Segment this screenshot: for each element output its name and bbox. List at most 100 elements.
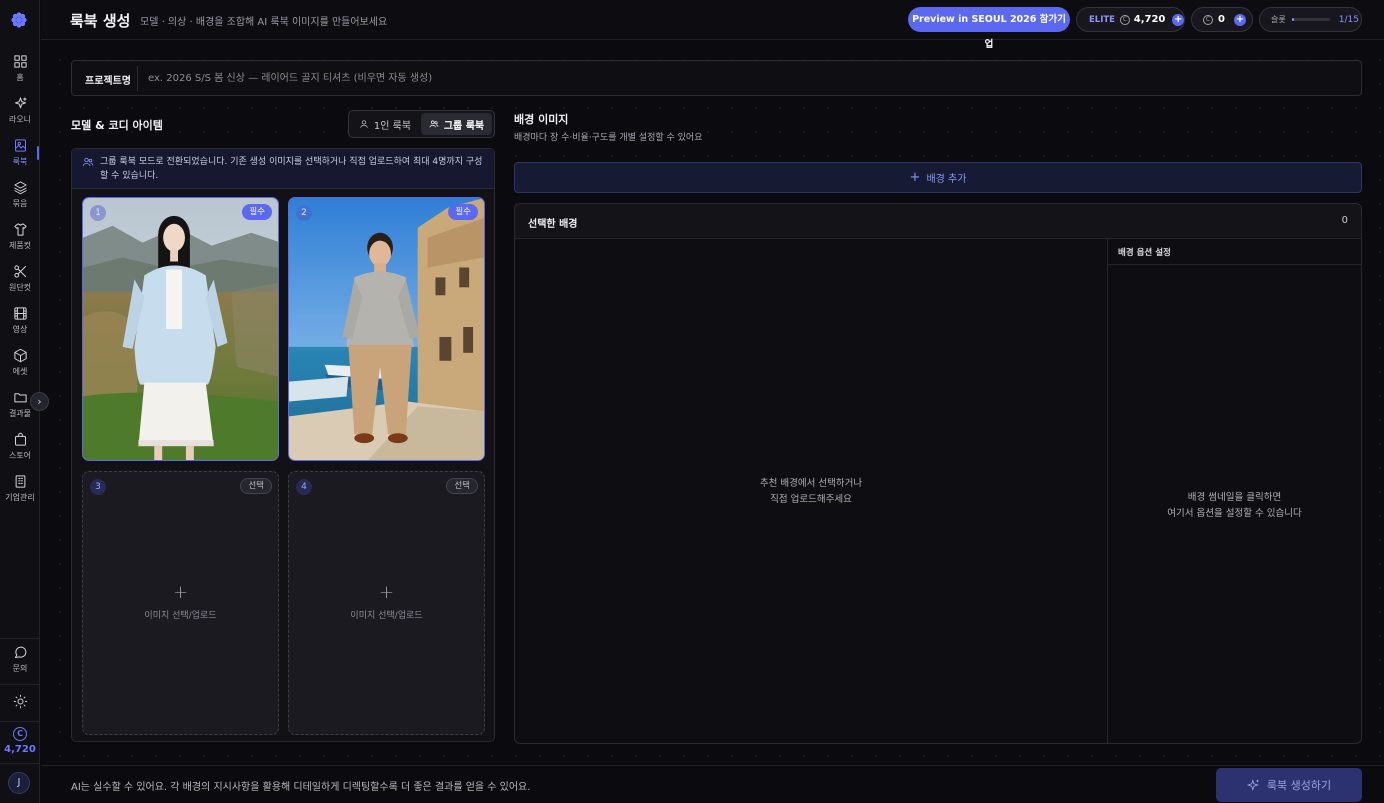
model-slot-4[interactable]: 4 선택 + 이미지 선택/업로드 — [288, 471, 485, 735]
sidebar-item-label: 제품컷 — [8, 241, 32, 250]
upload-label: 이미지 선택/업로드 — [144, 611, 217, 621]
building-icon — [15, 475, 25, 488]
required-badge: 필수 — [448, 204, 478, 220]
sidebar-item-label: 에셋 — [12, 367, 28, 376]
users-icon — [429, 120, 439, 128]
sidebar-item-asset[interactable]: 에셋 — [0, 348, 40, 377]
sidebar-item-label: 라오니 — [8, 115, 32, 124]
sidebar-item-video[interactable]: 영상 — [0, 306, 40, 335]
plus-icon: + — [172, 582, 189, 603]
sidebar-item-label: 영상 — [12, 325, 28, 334]
project-name-input[interactable] — [137, 66, 1347, 91]
divider — [0, 638, 40, 639]
credit-value: 4,720 — [1133, 14, 1166, 25]
sidebar-expand-button[interactable]: › — [30, 392, 49, 411]
sidebar-credit-value: 4,720 — [4, 744, 36, 755]
model-photo-woman — [83, 198, 278, 460]
page-subtitle: 모델 · 의상 · 배경을 조합해 AI 룩북 이미지를 만들어보세요 — [140, 17, 388, 28]
sidebar-item-label: 룩북 — [12, 157, 28, 166]
required-badge: 필수 — [242, 204, 272, 220]
sidebar-item-store[interactable]: 스토어 — [0, 432, 40, 461]
page-title: 룩북 생성 — [70, 12, 131, 30]
sidebar-item-label: 문의 — [12, 664, 28, 673]
sidebar-item-label: 묶음 — [12, 199, 28, 208]
user-icon — [360, 120, 368, 128]
models-panel: 그룹 룩북 모드로 전환되었습니다. 기존 생성 이미지를 선택하거나 직접 업… — [71, 148, 495, 742]
empty-message-line: 직접 업로드해주세요 — [770, 494, 852, 505]
sidebar-item-label: 스토어 — [8, 451, 32, 460]
single-lookbook-tab[interactable]: 1인 룩북 — [351, 113, 419, 135]
point-coin-icon: C — [1203, 14, 1213, 25]
project-name-bar: 프로젝트명 — [71, 60, 1362, 96]
sidebar-item-product[interactable]: 제품컷 — [0, 222, 40, 251]
divider — [0, 721, 40, 722]
credit-coin-icon: C — [13, 727, 27, 741]
sidebar-item-home[interactable]: 홈 — [0, 54, 40, 83]
add-points-icon[interactable]: + — [1233, 13, 1246, 26]
slot-number: 2 — [296, 205, 312, 221]
project-name-label: 프로젝트명 — [85, 76, 131, 87]
sidebar-item-lookbook[interactable]: 룩북 — [0, 138, 40, 167]
credit-coin-icon: C — [1120, 14, 1130, 25]
theme-toggle[interactable] — [0, 694, 40, 709]
add-background-label: 배경 추가 — [926, 174, 967, 185]
sidebar-item-inquiry[interactable]: 문의 — [0, 645, 40, 674]
grid-icon — [13, 55, 27, 68]
scissors-icon — [13, 265, 26, 278]
selected-background-count: 0 — [1341, 215, 1348, 226]
preview-button[interactable]: Preview in SEOUL 2026 참가기업 — [908, 7, 1070, 50]
lookbook-mode-toggle: 1인 룩북 그룹 룩북 — [348, 110, 495, 138]
film-icon — [13, 307, 27, 320]
slot-label: 슬롯 — [1271, 15, 1286, 24]
background-section-title: 배경 이미지 — [514, 113, 569, 126]
sidebar-item-fabric[interactable]: 원단컷 — [0, 264, 40, 293]
image-book-icon — [14, 139, 26, 152]
sidebar-credits[interactable]: C 4,720 — [0, 727, 40, 755]
model-photo-man — [289, 198, 484, 460]
slot-pill[interactable]: 슬롯 1/15 — [1259, 7, 1362, 32]
sidebar-item-label: 결과물 — [8, 409, 32, 418]
selected-background-list[interactable]: 추천 배경에서 선택하거나 직접 업로드해주세요 — [515, 239, 1107, 743]
add-credit-icon[interactable]: + — [1172, 13, 1184, 26]
group-lookbook-tab[interactable]: 그룹 룩북 — [421, 113, 492, 135]
upload-label: 이미지 선택/업로드 — [350, 611, 423, 621]
chevron-right-icon: › — [37, 395, 42, 408]
options-message-line: 배경 썸네일을 클릭하면 — [1187, 492, 1282, 503]
selected-background-title: 선택한 배경 — [528, 219, 578, 230]
shirt-icon — [13, 223, 27, 236]
generate-lookbook-button[interactable]: 룩북 생성하기 — [1216, 768, 1362, 802]
background-options-message: 배경 썸네일을 클릭하면 여기서 옵션을 설정할 수 있습니다 — [1108, 490, 1361, 522]
add-background-button[interactable]: + 배경 추가 — [514, 162, 1362, 193]
background-section-subtitle: 배경마다 장 수·비율·구도를 개별 설정할 수 있어요 — [514, 133, 703, 143]
notice-text: 그룹 룩북 모드로 전환되었습니다. 기존 생성 이미지를 선택하거나 직접 업… — [100, 157, 483, 181]
selected-background-panel: 선택한 배경 0 추천 배경에서 선택하거나 직접 업로드해주세요 배경 옵션 … — [514, 203, 1362, 744]
empty-message-line: 추천 배경에서 선택하거나 — [759, 478, 863, 489]
sparkle-icon — [1246, 778, 1259, 792]
selected-background-header: 선택한 배경 0 — [515, 204, 1361, 239]
model-slot-1[interactable]: 1 필수 — [82, 197, 279, 461]
model-slot-2[interactable]: 2 필수 — [288, 197, 485, 461]
plus-icon: + — [909, 170, 921, 185]
generate-lookbook-label: 룩북 생성하기 — [1266, 779, 1332, 792]
footer-note: AI는 실수할 수 있어요. 각 배경의 지시사항을 활용해 디테일하게 디렉팅… — [71, 782, 531, 793]
sidebar-item-bundle[interactable]: 묶음 — [0, 180, 40, 209]
model-slot-3[interactable]: 3 선택 + 이미지 선택/업로드 — [82, 471, 279, 735]
group-mode-notice: 그룹 룩북 모드로 전환되었습니다. 기존 생성 이미지를 선택하거나 직접 업… — [72, 149, 494, 189]
logo-icon[interactable] — [8, 9, 30, 31]
slot-number: 1 — [90, 205, 106, 221]
top-bar: 룩북 생성 모델 · 의상 · 배경을 조합해 AI 룩북 이미지를 만들어보세… — [41, 0, 1384, 50]
box-icon — [13, 348, 27, 363]
slot-count: 1/15 — [1338, 14, 1359, 25]
background-options-title: 배경 옵션 설정 — [1118, 248, 1171, 258]
sidebar-item-label: 원단컷 — [8, 283, 32, 292]
folder-icon — [13, 393, 27, 403]
optional-badge: 선택 — [240, 478, 272, 494]
sidebar-item-enterprise[interactable]: 기업관리 — [0, 474, 40, 503]
sidebar-item-raoni[interactable]: 라오니 — [0, 96, 40, 125]
credit-pill[interactable]: ELITE C 4,720 + — [1076, 7, 1185, 32]
divider — [0, 763, 40, 764]
points-pill[interactable]: C 0 + — [1191, 7, 1253, 32]
slot-progress-fill — [1291, 18, 1295, 21]
slot-number: 4 — [296, 479, 312, 495]
avatar[interactable]: J — [8, 772, 30, 794]
